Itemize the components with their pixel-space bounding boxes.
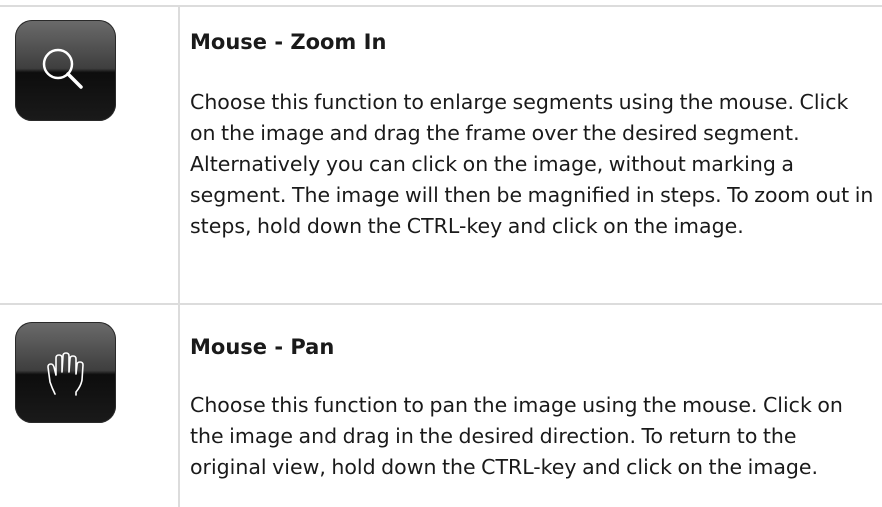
pan-button[interactable] [15, 322, 116, 423]
row-title: Mouse - Zoom In [190, 30, 387, 54]
table-top-border [0, 5, 882, 7]
row-title: Mouse - Pan [190, 335, 335, 359]
zoom-in-magnifier-icon [42, 48, 83, 89]
help-table: Mouse - Zoom In Choose this function to … [0, 0, 882, 507]
zoom-in-button[interactable] [15, 20, 116, 121]
row-description: Choose this function to pan the image us… [190, 393, 843, 479]
row-description: Choose this function to enlarge segments… [190, 90, 874, 238]
pan-hand-icon [47, 352, 84, 396]
column-divider [178, 5, 180, 507]
row-divider [0, 303, 882, 305]
